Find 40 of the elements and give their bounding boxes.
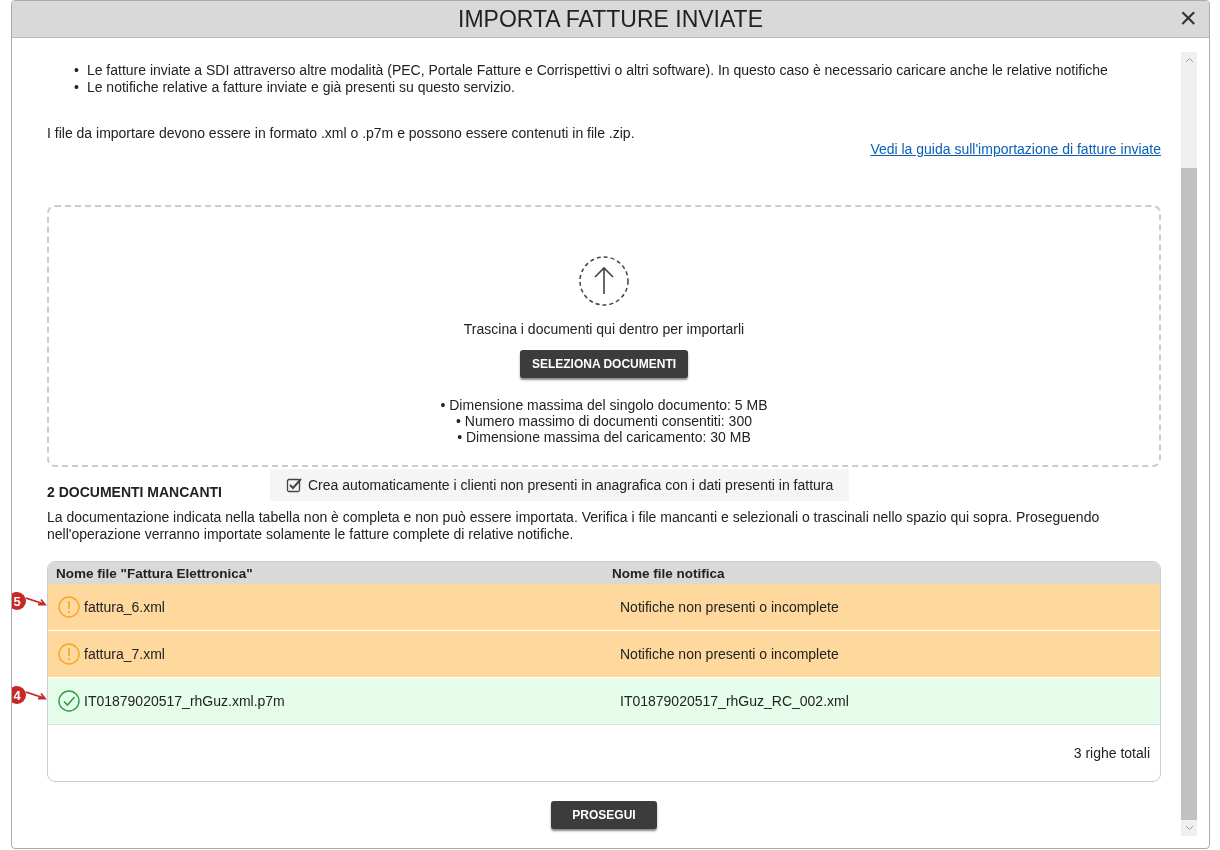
continue-button[interactable]: PROSEGUI (551, 801, 657, 829)
guide-link[interactable]: Vedi la guida sull'importazione di fatture inviate (870, 141, 1161, 157)
limit-text: • Dimensione massima del caricamento: 30 MB (457, 429, 751, 445)
limit-text: • Numero massimo di documenti consentiti: 300 (456, 413, 752, 429)
callout-number: 5 (12, 592, 26, 610)
close-button[interactable]: × (1173, 3, 1203, 33)
warning-icon (58, 596, 80, 618)
scroll-down-icon[interactable] (1184, 825, 1194, 831)
column-header: Nome file "Fattura Elettronica" (55, 565, 254, 581)
notification-cell-text: IT01879020517_rhGuz_RC_002.xml (619, 693, 849, 709)
scroll-thumb[interactable] (1181, 168, 1197, 820)
column-header: Nome file notifica (611, 565, 726, 581)
checked-box-icon (286, 477, 302, 493)
drop-hint: Trascina i documenti qui dentro per importarli (463, 321, 745, 337)
notification-cell-text: Notifiche non presenti o incomplete (619, 646, 839, 662)
file-name-cell: fattura_6.xml (84, 599, 165, 615)
arrow-icon (26, 689, 48, 701)
check-circle-icon (58, 690, 80, 712)
drop-zone[interactable] (47, 205, 1161, 467)
bullet: • (74, 79, 79, 95)
limit-text: • Dimensione massima del singolo documento: 5 MB (440, 397, 768, 413)
format-note: I file da importare devono essere in formato .xml o .p7m e possono essere contenuti in file .zip. (47, 125, 636, 141)
description-text: La documentazione indicata nella tabella non è completa e non può essere importata. Verifica i file mancanti e selezionali o trascinali nello spazio qui sopra. Proseguendo nell'operazione verranno importate solamente le fatture complete di relative notifiche. (47, 509, 1101, 543)
scrollbar[interactable] (1181, 52, 1197, 836)
upload-icon (578, 255, 630, 307)
intro-text: Le notifiche relative a fatture inviate e già presenti su questo servizio. (86, 79, 515, 95)
notification-cell-text: Notifiche non presenti o incomplete (619, 599, 839, 615)
file-name-cell: fattura_7.xml (84, 646, 165, 662)
select-documents-button[interactable]: SELEZIONA DOCUMENTI (519, 350, 689, 378)
section-heading: 2 DOCUMENTI MANCANTI (47, 483, 223, 500)
dialog-title: IMPORTA FATTURE INVIATE (458, 5, 763, 33)
bullet: • (74, 62, 79, 78)
warning-icon (58, 643, 80, 665)
auto-create-checkbox[interactable]: Crea automaticamente i clienti non presenti in anagrafica con i dati presenti in fattura (270, 469, 850, 501)
scroll-up-icon[interactable] (1184, 57, 1194, 63)
row-count: 3 righe totali (1073, 745, 1150, 761)
callout-number: 4 (12, 686, 26, 704)
arrow-icon (26, 595, 48, 607)
intro-text: Le fatture inviate a SDI attraverso altre modalità (PEC, Portale Fatture e Corrispettivi o altri software). In questo caso è necessario caricare anche le relative notifiche (86, 62, 1108, 78)
file-name-cell: IT01879020517_rhGuz.xml.p7m (84, 693, 285, 709)
